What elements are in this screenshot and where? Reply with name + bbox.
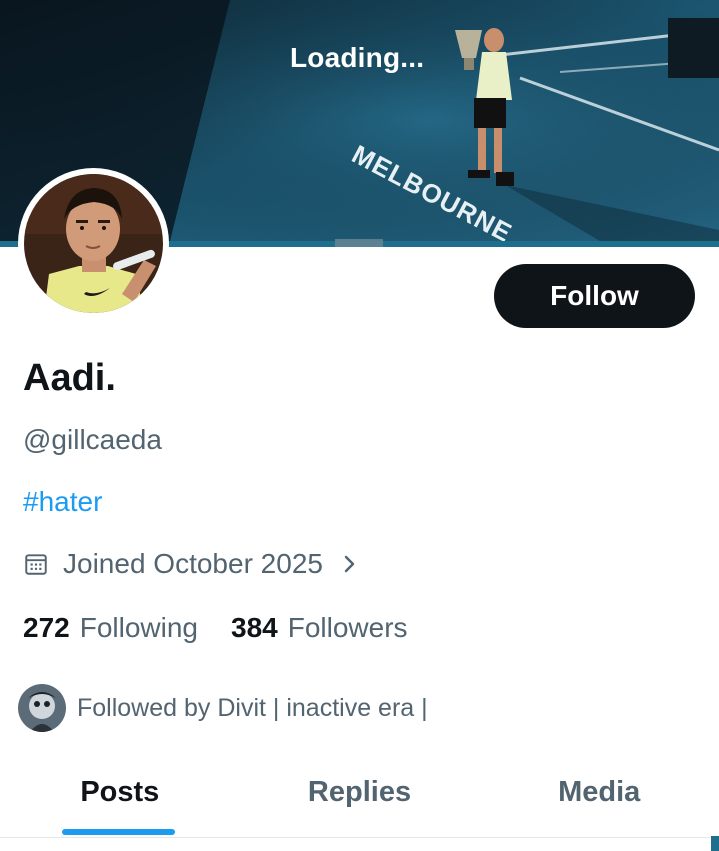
following-count: 272 xyxy=(23,612,70,643)
following-label: Following xyxy=(79,612,198,643)
joined-date-row[interactable]: Joined October 2025 xyxy=(23,548,359,580)
calendar-icon xyxy=(25,554,47,575)
following-stat[interactable]: 272 Following xyxy=(23,612,198,644)
follower-avatar xyxy=(18,684,66,732)
banner-scroll-handle xyxy=(335,239,383,247)
followed-by-text: Followed by Divit | inactive era | xyxy=(77,693,428,722)
profile-tabs: Posts Replies Media xyxy=(0,760,719,838)
tab-replies[interactable]: Replies xyxy=(240,760,480,824)
chevron-right-icon xyxy=(344,555,355,573)
avatar-image xyxy=(24,174,163,313)
edge-fragment xyxy=(711,836,719,851)
profile-avatar[interactable] xyxy=(18,168,169,319)
banner-loading-text: Loading... xyxy=(290,42,425,73)
tab-media[interactable]: Media xyxy=(479,760,719,824)
joined-date-text: Joined October 2025 xyxy=(63,548,323,579)
display-name: Aadi. xyxy=(23,357,116,399)
active-tab-indicator xyxy=(62,829,175,835)
user-handle: @gillcaeda xyxy=(23,424,162,455)
followed-by-row[interactable]: Followed by Divit | inactive era | xyxy=(18,684,428,732)
follow-button[interactable]: Follow xyxy=(494,264,695,328)
follow-stats: 272 Following 384 Followers xyxy=(23,612,408,644)
followers-stat[interactable]: 384 Followers xyxy=(231,612,408,644)
tab-posts[interactable]: Posts xyxy=(0,760,240,824)
bio-hashtag[interactable]: #hater xyxy=(23,486,102,518)
followers-count: 384 xyxy=(231,612,278,643)
followers-label: Followers xyxy=(287,612,408,643)
